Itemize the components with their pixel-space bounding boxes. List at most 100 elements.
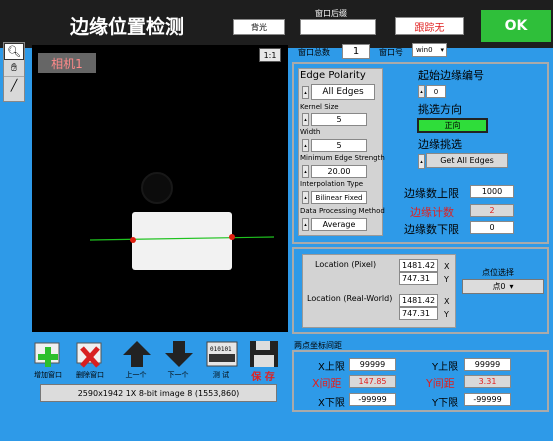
kernel-field[interactable]: 5 <box>311 113 367 126</box>
test-label: 测 试 <box>212 371 230 379</box>
world-x-axis-label: X <box>444 297 450 306</box>
viewer-canvas <box>89 172 275 270</box>
edge-count-field: 2 <box>470 204 514 217</box>
world-y-axis-label: Y <box>444 310 449 319</box>
start-edge-label: 起始边缘编号 <box>418 69 484 82</box>
start-edge-field[interactable]: 0 <box>426 85 446 98</box>
width-spinner[interactable]: ▴ <box>302 139 309 152</box>
polarity-spinner[interactable]: ▴ <box>302 86 309 99</box>
x-upper-label: X上限 <box>318 362 345 373</box>
window-total-field: 1 <box>342 44 370 59</box>
light-field[interactable]: 背光 <box>233 19 285 35</box>
pixel-y-axis-label: Y <box>444 275 449 284</box>
add-window-button[interactable] <box>31 338 64 370</box>
x-lower-field[interactable]: -99999 <box>349 393 396 406</box>
y-lower-label: Y下限 <box>432 398 459 409</box>
edge-lower-field[interactable]: 0 <box>470 221 514 234</box>
x-distance-label: X间距 <box>312 377 342 390</box>
interp-label: Interpolation Type <box>300 180 364 188</box>
pan-hand-icon[interactable]: ✋︎ <box>4 60 24 77</box>
delete-window-label: 删除窗口 <box>76 371 104 379</box>
world-location-label: Location (Real-World) <box>307 294 393 303</box>
y-upper-field[interactable]: 99999 <box>464 358 511 371</box>
window-total-label: 窗口总数 <box>298 48 330 57</box>
edge-point-1 <box>229 234 235 240</box>
min-strength-spinner[interactable]: ▴ <box>302 165 309 178</box>
pixel-y-field: 747.31 <box>399 272 438 285</box>
dpm-spinner[interactable]: ▴ <box>302 218 309 231</box>
direction-label: 挑选方向 <box>418 103 462 116</box>
width-field[interactable]: 5 <box>311 139 367 152</box>
chevron-down-icon: ▾ <box>440 46 444 54</box>
edge-pick-select[interactable]: Get All Edges <box>426 153 508 168</box>
pixel-x-field: 1481.42 <box>399 259 438 272</box>
x-distance-field: 147.85 <box>349 375 396 388</box>
add-window-label: 增加窗口 <box>34 371 62 379</box>
prev-label: 上一个 <box>125 371 147 379</box>
add-window-icon <box>34 342 59 367</box>
prev-button[interactable] <box>120 338 153 370</box>
chevron-down-icon: ▾ <box>509 282 514 291</box>
target-object <box>132 212 232 270</box>
delete-window-button[interactable] <box>73 338 106 370</box>
polarity-label: Edge Polarity <box>300 70 366 81</box>
ok-button[interactable]: OK <box>481 10 551 42</box>
y-distance-label: Y间距 <box>426 377 455 390</box>
window-id-select[interactable]: win0 ▾ <box>412 43 447 57</box>
x-upper-field[interactable]: 99999 <box>349 358 396 371</box>
edge-pick-spinner[interactable]: ▴ <box>418 154 425 169</box>
point-select-value: 点0 <box>492 282 506 291</box>
point-select-label: 点位选择 <box>482 268 514 277</box>
line-tool-icon[interactable]: ╱ <box>4 77 24 94</box>
edge-upper-label: 边缘数上限 <box>404 187 459 200</box>
kernel-label: Kernel Size <box>300 103 339 111</box>
svg-text:010101: 010101 <box>210 346 232 353</box>
edge-upper-field[interactable]: 1000 <box>470 185 514 198</box>
polarity-select[interactable]: All Edges <box>311 84 375 100</box>
start-edge-spinner[interactable]: ▴ <box>418 85 425 98</box>
test-button[interactable]: 010101 <box>205 338 238 370</box>
window-id-label: 窗口号 <box>379 48 403 57</box>
world-y-field: 747.31 <box>399 307 438 320</box>
min-strength-field[interactable]: 20.00 <box>311 165 367 178</box>
min-strength-label: Minimum Edge Strength <box>300 154 385 162</box>
point-select-dropdown[interactable]: 点0 ▾ <box>462 279 544 294</box>
y-distance-field: 3.31 <box>464 375 511 388</box>
edge-pick-label: 边缘挑选 <box>418 138 462 151</box>
save-label: 保 存 <box>251 372 275 383</box>
dpm-select[interactable]: Average <box>311 218 367 231</box>
interp-spinner[interactable]: ▴ <box>302 191 309 204</box>
y-upper-label: Y上限 <box>432 362 459 373</box>
tracking-field[interactable]: 跟踪无 <box>395 17 464 35</box>
edge-count-label: 边缘计数 <box>410 206 454 219</box>
x-lower-label: X下限 <box>318 398 345 409</box>
suffix-label: 窗口后缀 <box>315 9 347 18</box>
image-viewer[interactable] <box>32 45 288 332</box>
arrow-down-icon <box>164 341 193 367</box>
camera-label: 相机1 <box>38 53 96 73</box>
world-x-field: 1481.42 <box>399 294 438 307</box>
edge-point-0 <box>130 237 136 243</box>
zoom-tool-icon[interactable]: 🔍︎ <box>4 43 24 60</box>
image-info-bar: 2590x1942 1X 8-bit image 8 (1553,860) <box>40 384 277 402</box>
suffix-input[interactable] <box>300 19 376 35</box>
next-button[interactable] <box>162 338 195 370</box>
pixel-x-axis-label: X <box>444 262 450 271</box>
kernel-spinner[interactable]: ▴ <box>302 113 309 126</box>
width-label: Width <box>300 128 321 136</box>
delete-window-icon <box>76 342 101 368</box>
interp-select[interactable]: Bilinear Fixed <box>311 191 367 204</box>
direction-toggle[interactable]: 正向 <box>417 118 488 133</box>
tool-palette: 🔍︎ ✋︎ ╱ <box>3 42 25 102</box>
dpm-label: Data Processing Method <box>300 207 385 215</box>
zoom-ratio-badge: 1:1 <box>259 48 281 62</box>
window-id-value: win0 <box>416 46 433 54</box>
test-binary-icon: 010101 <box>206 341 237 367</box>
floppy-disk-icon <box>249 341 278 367</box>
save-button[interactable] <box>247 338 280 370</box>
y-lower-field[interactable]: -99999 <box>464 393 511 406</box>
next-label: 下一个 <box>167 371 189 379</box>
arrow-up-icon <box>122 341 151 367</box>
background-blob <box>141 172 173 204</box>
edge-lower-label: 边缘数下限 <box>404 223 459 236</box>
